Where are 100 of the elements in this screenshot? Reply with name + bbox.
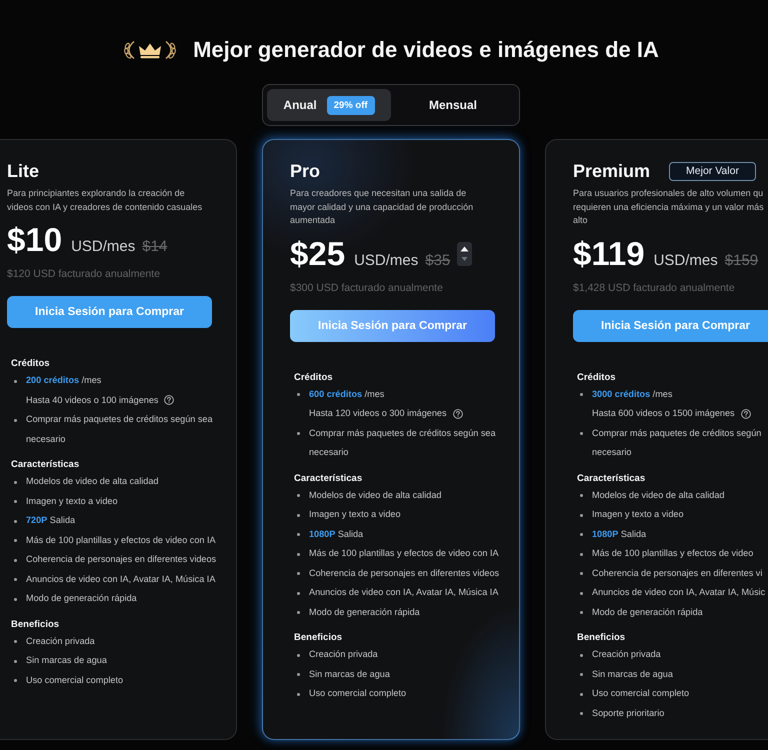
feature-item: Modo de generación rápida bbox=[309, 606, 420, 616]
bullet-icon bbox=[14, 480, 17, 484]
purchase-button[interactable]: Inicia Sesión para Comprar bbox=[573, 310, 768, 342]
feature-item: Anuncios de video con IA, Avatar IA, Música IA bbox=[26, 574, 216, 584]
bullet-icon bbox=[297, 393, 300, 396]
usage-note: Hasta 600 videos o 1500 imágenes bbox=[592, 407, 735, 420]
billing-tab[interactable]: Anual 29% off bbox=[267, 89, 391, 121]
plan-description: Para creadores que necesitan una salida de mayor calidad y una capacidad de producción aumentada bbox=[290, 187, 474, 227]
bullet-icon bbox=[297, 572, 300, 575]
bullet-icon bbox=[297, 494, 300, 497]
section-heading: Beneficios bbox=[11, 618, 60, 632]
feature-item: Soporte prioritario bbox=[592, 708, 664, 718]
bullet-icon bbox=[297, 673, 300, 676]
feature-item: 3000 créditos /mes bbox=[592, 388, 672, 398]
feature-item: Coherencia de personajes en diferentes videos bbox=[26, 554, 216, 564]
feature-item: Modelos de video de alta calidad bbox=[26, 476, 158, 486]
feature-item: Comprar más paquetes de créditos según sea necesario bbox=[309, 428, 496, 457]
bullet-icon bbox=[297, 514, 300, 516]
bullet-icon bbox=[14, 500, 17, 503]
section-heading: Beneficios bbox=[294, 631, 342, 645]
price-amount: $119 bbox=[573, 234, 645, 274]
section-heading: Créditos bbox=[577, 370, 616, 384]
feature-item: Imagen y texto a video bbox=[26, 496, 118, 506]
feature-item: Modo de generación rápida bbox=[26, 593, 137, 603]
purchase-button[interactable]: Inicia Sesión para Comprar bbox=[290, 310, 495, 342]
price-unit: USD/mes bbox=[354, 252, 418, 268]
section-heading: Beneficios bbox=[577, 631, 626, 645]
bullet-icon bbox=[14, 520, 17, 522]
bullet-icon bbox=[580, 654, 583, 656]
feature-item: 200 créditos /mes bbox=[26, 375, 102, 385]
help-icon[interactable] bbox=[164, 395, 174, 406]
price-amount: $25 bbox=[290, 234, 346, 274]
plan-description: Para usuarios profesionales de alto volumen qu requieren una eficiencia máxima y un valor más alto bbox=[573, 187, 764, 227]
bullet-icon bbox=[580, 432, 583, 435]
bullet-icon bbox=[14, 578, 17, 581]
plan-name: Pro bbox=[290, 161, 320, 181]
plan-name: Lite bbox=[7, 161, 40, 181]
feature-item: Modo de generación rápida bbox=[592, 606, 703, 616]
purchase-button[interactable]: Inicia Sesión para Comprar bbox=[7, 296, 212, 328]
bullet-icon bbox=[580, 611, 583, 614]
section-heading: Créditos bbox=[11, 357, 50, 371]
bullet-icon bbox=[14, 640, 17, 643]
feature-item: Modelos de video de alta calidad bbox=[309, 490, 442, 500]
bullet-icon bbox=[14, 539, 17, 542]
feature-item: 720P Salida bbox=[26, 515, 76, 525]
section-heading: Créditos bbox=[294, 370, 333, 384]
billing-note: $1,428 USD facturado anualmente bbox=[573, 280, 735, 294]
bullet-icon bbox=[580, 673, 583, 676]
feature-item: Comprar más paquetes de créditos según necesario bbox=[592, 428, 762, 457]
billing-tab[interactable]: Mensual bbox=[391, 89, 515, 121]
billing-note: $120 USD facturado anualmente bbox=[7, 267, 160, 281]
bullet-icon bbox=[580, 514, 583, 516]
bullet-icon bbox=[580, 533, 583, 536]
original-price: $35 bbox=[425, 252, 450, 268]
bullet-icon bbox=[580, 494, 583, 497]
bullet-icon bbox=[297, 552, 300, 556]
bullet-icon bbox=[297, 592, 300, 594]
bullet-icon bbox=[580, 592, 583, 594]
bullet-icon bbox=[297, 533, 300, 536]
bullet-icon bbox=[297, 654, 300, 656]
bullet-icon bbox=[580, 692, 583, 696]
feature-item: 600 créditos /mes bbox=[309, 388, 384, 398]
feature-item: Anuncios de video con IA, Avatar IA, Músic bbox=[592, 587, 766, 597]
feature-item: Creación privada bbox=[309, 649, 378, 659]
section-heading: Características bbox=[577, 472, 646, 486]
up-down-arrows-icon[interactable] bbox=[457, 242, 472, 266]
feature-item: Más de 100 plantillas y efectos de video con IA bbox=[26, 534, 216, 544]
bullet-icon bbox=[580, 572, 583, 575]
feature-item: Uso comercial completo bbox=[26, 674, 124, 684]
feature-item: Sin marcas de agua bbox=[592, 668, 673, 678]
section-heading: Características bbox=[294, 472, 362, 486]
feature-item: Coherencia de personajes en diferentes videos bbox=[309, 568, 500, 578]
feature-item: Comprar más paquetes de créditos según sea necesario bbox=[26, 414, 213, 444]
best-value-badge: Mejor Valor bbox=[669, 162, 756, 180]
feature-item: Coherencia de personajes en diferentes vi bbox=[592, 568, 762, 578]
feature-item: Imagen y texto a video bbox=[309, 509, 400, 519]
usage-note: Hasta 40 videos o 100 imágenes bbox=[26, 394, 158, 407]
bullet-icon bbox=[14, 418, 17, 422]
bullet-icon bbox=[14, 558, 17, 562]
feature-item: 1080P Salida bbox=[592, 528, 646, 538]
feature-item: Sin marcas de agua bbox=[309, 668, 390, 678]
crown-laurel-icon bbox=[123, 40, 178, 60]
feature-item: Anuncios de video con IA, Avatar IA, Música IA bbox=[309, 587, 498, 597]
bullet-icon bbox=[14, 380, 17, 382]
plan-description: Para principiantes explorando la creación de videos con IA y creadores de contenido casuales bbox=[7, 187, 202, 214]
help-icon[interactable] bbox=[740, 408, 751, 419]
original-price: $159 bbox=[724, 252, 758, 268]
price-unit: USD/mes bbox=[71, 238, 136, 255]
page-title: Mejor generador de videos e imágenes de IA bbox=[193, 36, 659, 64]
section-heading: Características bbox=[11, 458, 80, 472]
bullet-icon bbox=[580, 393, 583, 396]
feature-item: Creación privada bbox=[26, 636, 95, 646]
price-unit: USD/mes bbox=[654, 252, 718, 268]
help-icon[interactable] bbox=[452, 408, 463, 419]
feature-item: Uso comercial completo bbox=[592, 688, 690, 698]
feature-item: Creación privada bbox=[592, 649, 661, 659]
feature-item: Más de 100 plantillas y efectos de video con IA bbox=[309, 548, 499, 558]
feature-item: Más de 100 plantillas y efectos de video bbox=[592, 548, 754, 558]
bullet-icon bbox=[297, 432, 300, 435]
original-price: $14 bbox=[142, 238, 168, 255]
